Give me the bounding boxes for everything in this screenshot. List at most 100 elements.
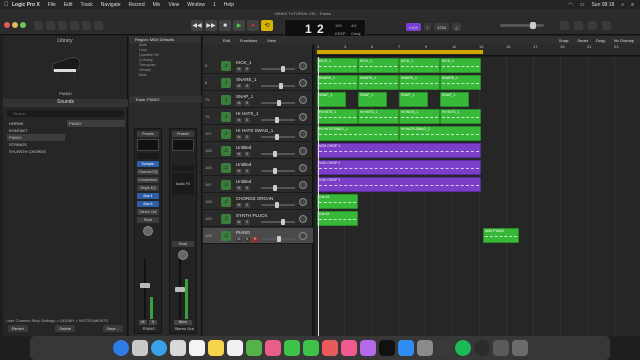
master-volume-slider[interactable] xyxy=(500,22,544,29)
midi-region[interactable]: HI HATS_1 xyxy=(399,109,440,124)
pan-knob[interactable] xyxy=(299,164,307,172)
solo-button[interactable]: S xyxy=(149,320,157,325)
midi-region[interactable]: HI HATS SWAG_1 xyxy=(317,126,399,141)
track-name[interactable]: KICK_1 xyxy=(236,60,252,65)
notepad-icon[interactable] xyxy=(574,21,583,30)
midi-region[interactable]: SNARE_1 xyxy=(358,75,399,90)
pan-knob[interactable] xyxy=(299,181,307,189)
volume-slider-cap[interactable] xyxy=(273,185,277,191)
midi-region[interactable]: KICK_1 xyxy=(358,58,399,73)
mute-button[interactable]: M xyxy=(139,320,147,325)
mute-button[interactable]: M xyxy=(236,203,242,208)
track-name[interactable]: Untitled xyxy=(236,162,251,167)
track-volume-slider[interactable] xyxy=(261,83,295,89)
fader2-cap[interactable] xyxy=(175,287,185,292)
track-header-row[interactable]: 168 ♫ CHORDS ORGAN MS xyxy=(203,194,313,210)
mute-button[interactable]: M xyxy=(236,237,242,242)
strip-slot-empty[interactable] xyxy=(137,153,159,159)
fader-cap[interactable] xyxy=(140,283,150,288)
stop-icon[interactable]: ■ xyxy=(219,20,231,31)
reminders-icon[interactable] xyxy=(226,340,243,356)
app-store-icon[interactable] xyxy=(397,340,414,356)
volume-slider-cap[interactable] xyxy=(275,202,279,208)
close-window-icon[interactable] xyxy=(4,22,10,28)
view-menu[interactable]: View xyxy=(267,38,276,43)
tuner-icon[interactable]: ♮ xyxy=(423,23,432,31)
mute-button[interactable]: M xyxy=(236,152,242,157)
master-fader[interactable] xyxy=(173,259,193,319)
audio-region[interactable]: VOX CHOP 1 xyxy=(317,177,481,192)
menu-file[interactable]: File xyxy=(48,2,56,8)
delete-button[interactable]: Delete xyxy=(55,325,75,332)
pan-knob[interactable] xyxy=(299,113,307,121)
audio-region[interactable]: VOX CHOP 1 xyxy=(317,143,481,158)
midi-region[interactable]: KICK_1 xyxy=(440,58,481,73)
mute-button[interactable]: M xyxy=(236,67,242,72)
menu-view[interactable]: View xyxy=(168,2,179,8)
track-volume-slider[interactable] xyxy=(261,100,295,106)
category-sylenth-chords[interactable]: SYLENTH CHORDS xyxy=(7,148,65,155)
track-header-row[interactable]: 107 ♪ HI HATS SWAG_1 MS xyxy=(203,126,313,142)
timeline-ruler[interactable]: 1 3 5 7 9 11 13 15 17 19 21 23 xyxy=(315,44,640,56)
midi-region[interactable]: Cat #3 xyxy=(317,211,358,226)
functions-menu[interactable]: Functions xyxy=(240,38,257,43)
mute-button[interactable]: M xyxy=(236,84,242,89)
strip-send-bus4[interactable]: Bus 4 xyxy=(137,193,159,199)
eq-display[interactable] xyxy=(137,139,159,151)
toolbar-toggle-icon[interactable] xyxy=(58,21,67,30)
menu-1[interactable]: 1 xyxy=(213,2,216,8)
strip2-presets[interactable]: Presets xyxy=(172,131,194,137)
tv-icon[interactable] xyxy=(378,340,395,356)
mute-button[interactable]: M xyxy=(236,186,242,191)
cycle-region[interactable] xyxy=(317,50,483,54)
menu-window[interactable]: Window xyxy=(187,2,205,8)
midi-region[interactable]: SNAP_1 xyxy=(440,92,469,107)
volume-slider-cap[interactable] xyxy=(275,134,279,140)
browser-icon[interactable] xyxy=(602,21,611,30)
track-volume-slider[interactable] xyxy=(261,185,295,191)
pan-knob[interactable] xyxy=(299,130,307,138)
mute-button[interactable]: M xyxy=(236,220,242,225)
track-name[interactable]: CHORDS ORGAN xyxy=(236,196,273,201)
metronome-icon[interactable]: △ xyxy=(452,23,462,31)
list-editors-icon[interactable] xyxy=(560,21,569,30)
strip2-slot-empty[interactable] xyxy=(172,165,194,171)
track-header-row[interactable]: 6 ♪ SNARE_1 MS xyxy=(203,75,313,91)
podcasts-icon[interactable] xyxy=(359,340,376,356)
audio-region[interactable]: VOX CHOP 1 xyxy=(317,160,481,175)
pan-knob[interactable] xyxy=(299,147,307,155)
mute-button[interactable]: M xyxy=(236,169,242,174)
menu-list-icon[interactable]: ≡ xyxy=(631,2,634,8)
maps-icon[interactable] xyxy=(245,340,262,356)
library-search-input[interactable]: Search xyxy=(7,110,124,117)
solo-button[interactable]: S xyxy=(244,186,250,191)
strip2-audio-fx[interactable]: Audio FX xyxy=(172,173,194,195)
solo-button[interactable]: S xyxy=(244,203,250,208)
drag-select[interactable]: No Overlap xyxy=(614,38,634,43)
pan-knob[interactable] xyxy=(143,226,153,236)
rewind-icon[interactable]: ◀◀ xyxy=(191,20,203,31)
track-volume-slider[interactable] xyxy=(261,236,295,242)
mixer-toggle-icon[interactable] xyxy=(82,21,91,30)
volume-fader[interactable] xyxy=(138,259,158,319)
strip-automation[interactable]: Read xyxy=(137,217,159,223)
pan-knob[interactable] xyxy=(299,62,307,70)
track-name[interactable]: Untitled xyxy=(236,145,251,150)
spotify-icon[interactable] xyxy=(454,340,471,356)
midi-region[interactable]: HI HATS_1 xyxy=(317,109,358,124)
param-more[interactable]: More xyxy=(129,73,201,78)
spotlight-icon[interactable]: ⌕ xyxy=(621,2,624,8)
notes-icon[interactable] xyxy=(207,340,224,356)
volume-slider-cap[interactable] xyxy=(281,66,285,72)
system-preferences-icon[interactable] xyxy=(416,340,433,356)
solo-button[interactable]: S xyxy=(244,169,250,174)
patch-piano[interactable]: PIANO xyxy=(67,120,125,127)
midi-region[interactable]: SNARE_1 xyxy=(399,75,440,90)
folder-icon[interactable] xyxy=(492,340,509,356)
safari-icon[interactable] xyxy=(150,340,167,356)
strip2-automation[interactable]: Read xyxy=(172,241,194,247)
track-header-row[interactable]: 165 ♫ Untitled MS xyxy=(203,143,313,159)
track-header-row[interactable]: 167 ♫ Untitled MS xyxy=(203,177,313,193)
pan-knob[interactable] xyxy=(299,79,307,87)
play-icon[interactable]: ▶ xyxy=(233,20,245,31)
